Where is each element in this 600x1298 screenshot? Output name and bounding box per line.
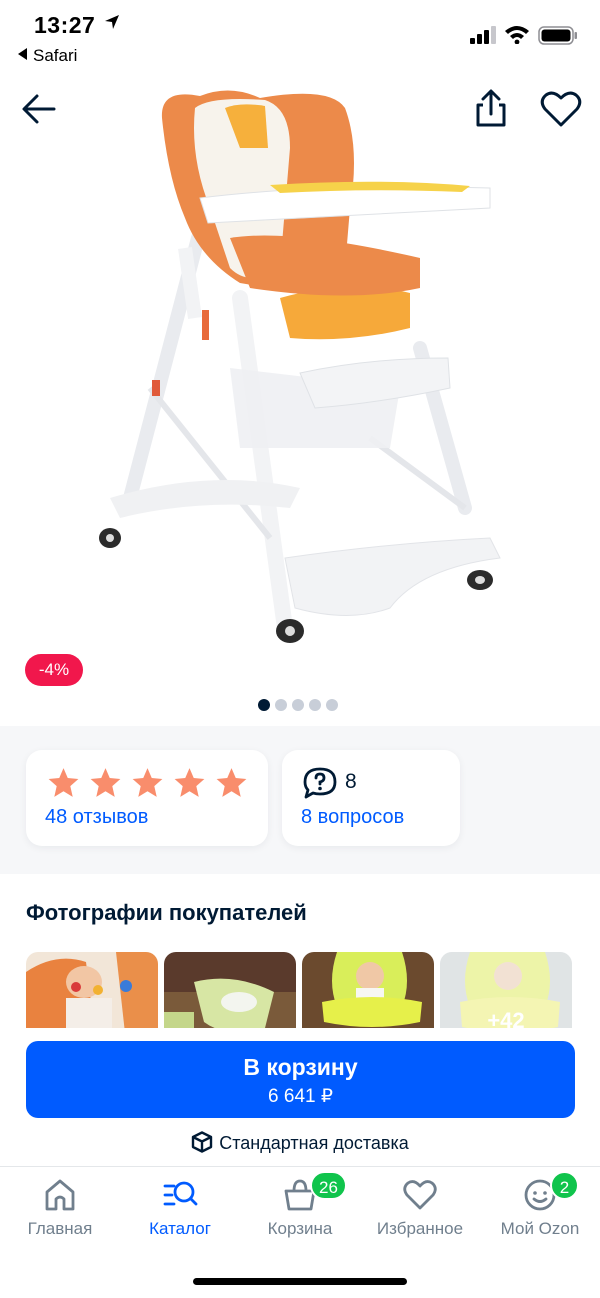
- tab-cart[interactable]: Корзина 26: [240, 1171, 360, 1239]
- home-icon: [45, 1179, 75, 1211]
- heart-icon: [403, 1180, 437, 1210]
- tab-my-ozon[interactable]: Мой Ozon 2: [480, 1171, 600, 1239]
- box-icon: [192, 1131, 213, 1153]
- home-indicator[interactable]: [193, 1278, 407, 1285]
- tab-favorites[interactable]: Избранное: [360, 1177, 480, 1239]
- catalog-search-icon: [163, 1181, 198, 1206]
- status-time: 13:27: [34, 12, 96, 38]
- gallery-dot-1[interactable]: [258, 699, 270, 711]
- add-to-cart-label: В корзину: [243, 1054, 358, 1080]
- star-icon: [216, 768, 247, 797]
- product-image-high-chair[interactable]: [90, 88, 510, 648]
- star-icon: [48, 768, 79, 797]
- tab-home-label: Главная: [27, 1219, 93, 1238]
- back-triangle-icon: [18, 48, 27, 60]
- tab-cart-label: Корзина: [267, 1219, 333, 1238]
- question-bubble-icon: [303, 767, 337, 799]
- tab-favorites-label: Избранное: [376, 1219, 464, 1238]
- battery-icon: [538, 26, 577, 45]
- share-icon[interactable]: [472, 88, 510, 128]
- wifi-icon: [505, 26, 529, 44]
- customer-photo-1[interactable]: [26, 952, 158, 1028]
- back-app-label: Safari: [33, 46, 78, 65]
- customer-photo-3[interactable]: [302, 952, 434, 1028]
- gallery-dot-2[interactable]: [275, 699, 287, 711]
- star-icon: [174, 768, 205, 797]
- rating-stars: [46, 766, 249, 800]
- customer-photo-2[interactable]: [164, 952, 296, 1028]
- more-photos-count[interactable]: +42: [440, 1008, 572, 1028]
- favorite-heart-icon[interactable]: [540, 90, 582, 128]
- rating-card[interactable]: 48 отзывов: [26, 750, 268, 846]
- questions-count: 8: [345, 770, 357, 793]
- cellular-signal-icon: [470, 26, 496, 44]
- tab-catalog-label: Каталог: [149, 1219, 211, 1238]
- tab-catalog[interactable]: Каталог: [120, 1177, 240, 1239]
- gallery-pagination[interactable]: [258, 699, 338, 711]
- discount-badge: -4%: [25, 654, 83, 686]
- gallery-dot-4[interactable]: [309, 699, 321, 711]
- gallery-dot-3[interactable]: [292, 699, 304, 711]
- questions-link[interactable]: 8 вопросов: [301, 806, 404, 829]
- status-bar: 13:27 Safari: [0, 0, 600, 70]
- delivery-label: Стандартная доставка: [219, 1133, 409, 1153]
- cart-count-badge: 26: [310, 1171, 347, 1200]
- reviews-link[interactable]: 48 отзывов: [45, 806, 148, 829]
- star-icon: [132, 768, 163, 797]
- customer-photos-strip: +42: [26, 952, 600, 1028]
- questions-card[interactable]: 8 8 вопросов: [282, 750, 460, 846]
- gallery-dot-5[interactable]: [326, 699, 338, 711]
- location-arrow-icon: [105, 15, 119, 29]
- tab-my-ozon-label: Мой Ozon: [500, 1219, 580, 1238]
- profile-notification-badge: 2: [550, 1171, 579, 1200]
- delivery-info: Стандартная доставка: [0, 1131, 600, 1154]
- back-arrow-icon[interactable]: [20, 90, 58, 128]
- back-to-app-link[interactable]: Safari: [18, 46, 77, 66]
- add-to-cart-button[interactable]: В корзину 6 641 ₽: [26, 1041, 575, 1118]
- star-icon: [90, 768, 121, 797]
- customer-photos-title: Фотографии покупателей: [26, 900, 307, 925]
- tab-home[interactable]: Главная: [0, 1177, 120, 1239]
- product-price: 6 641 ₽: [268, 1086, 333, 1107]
